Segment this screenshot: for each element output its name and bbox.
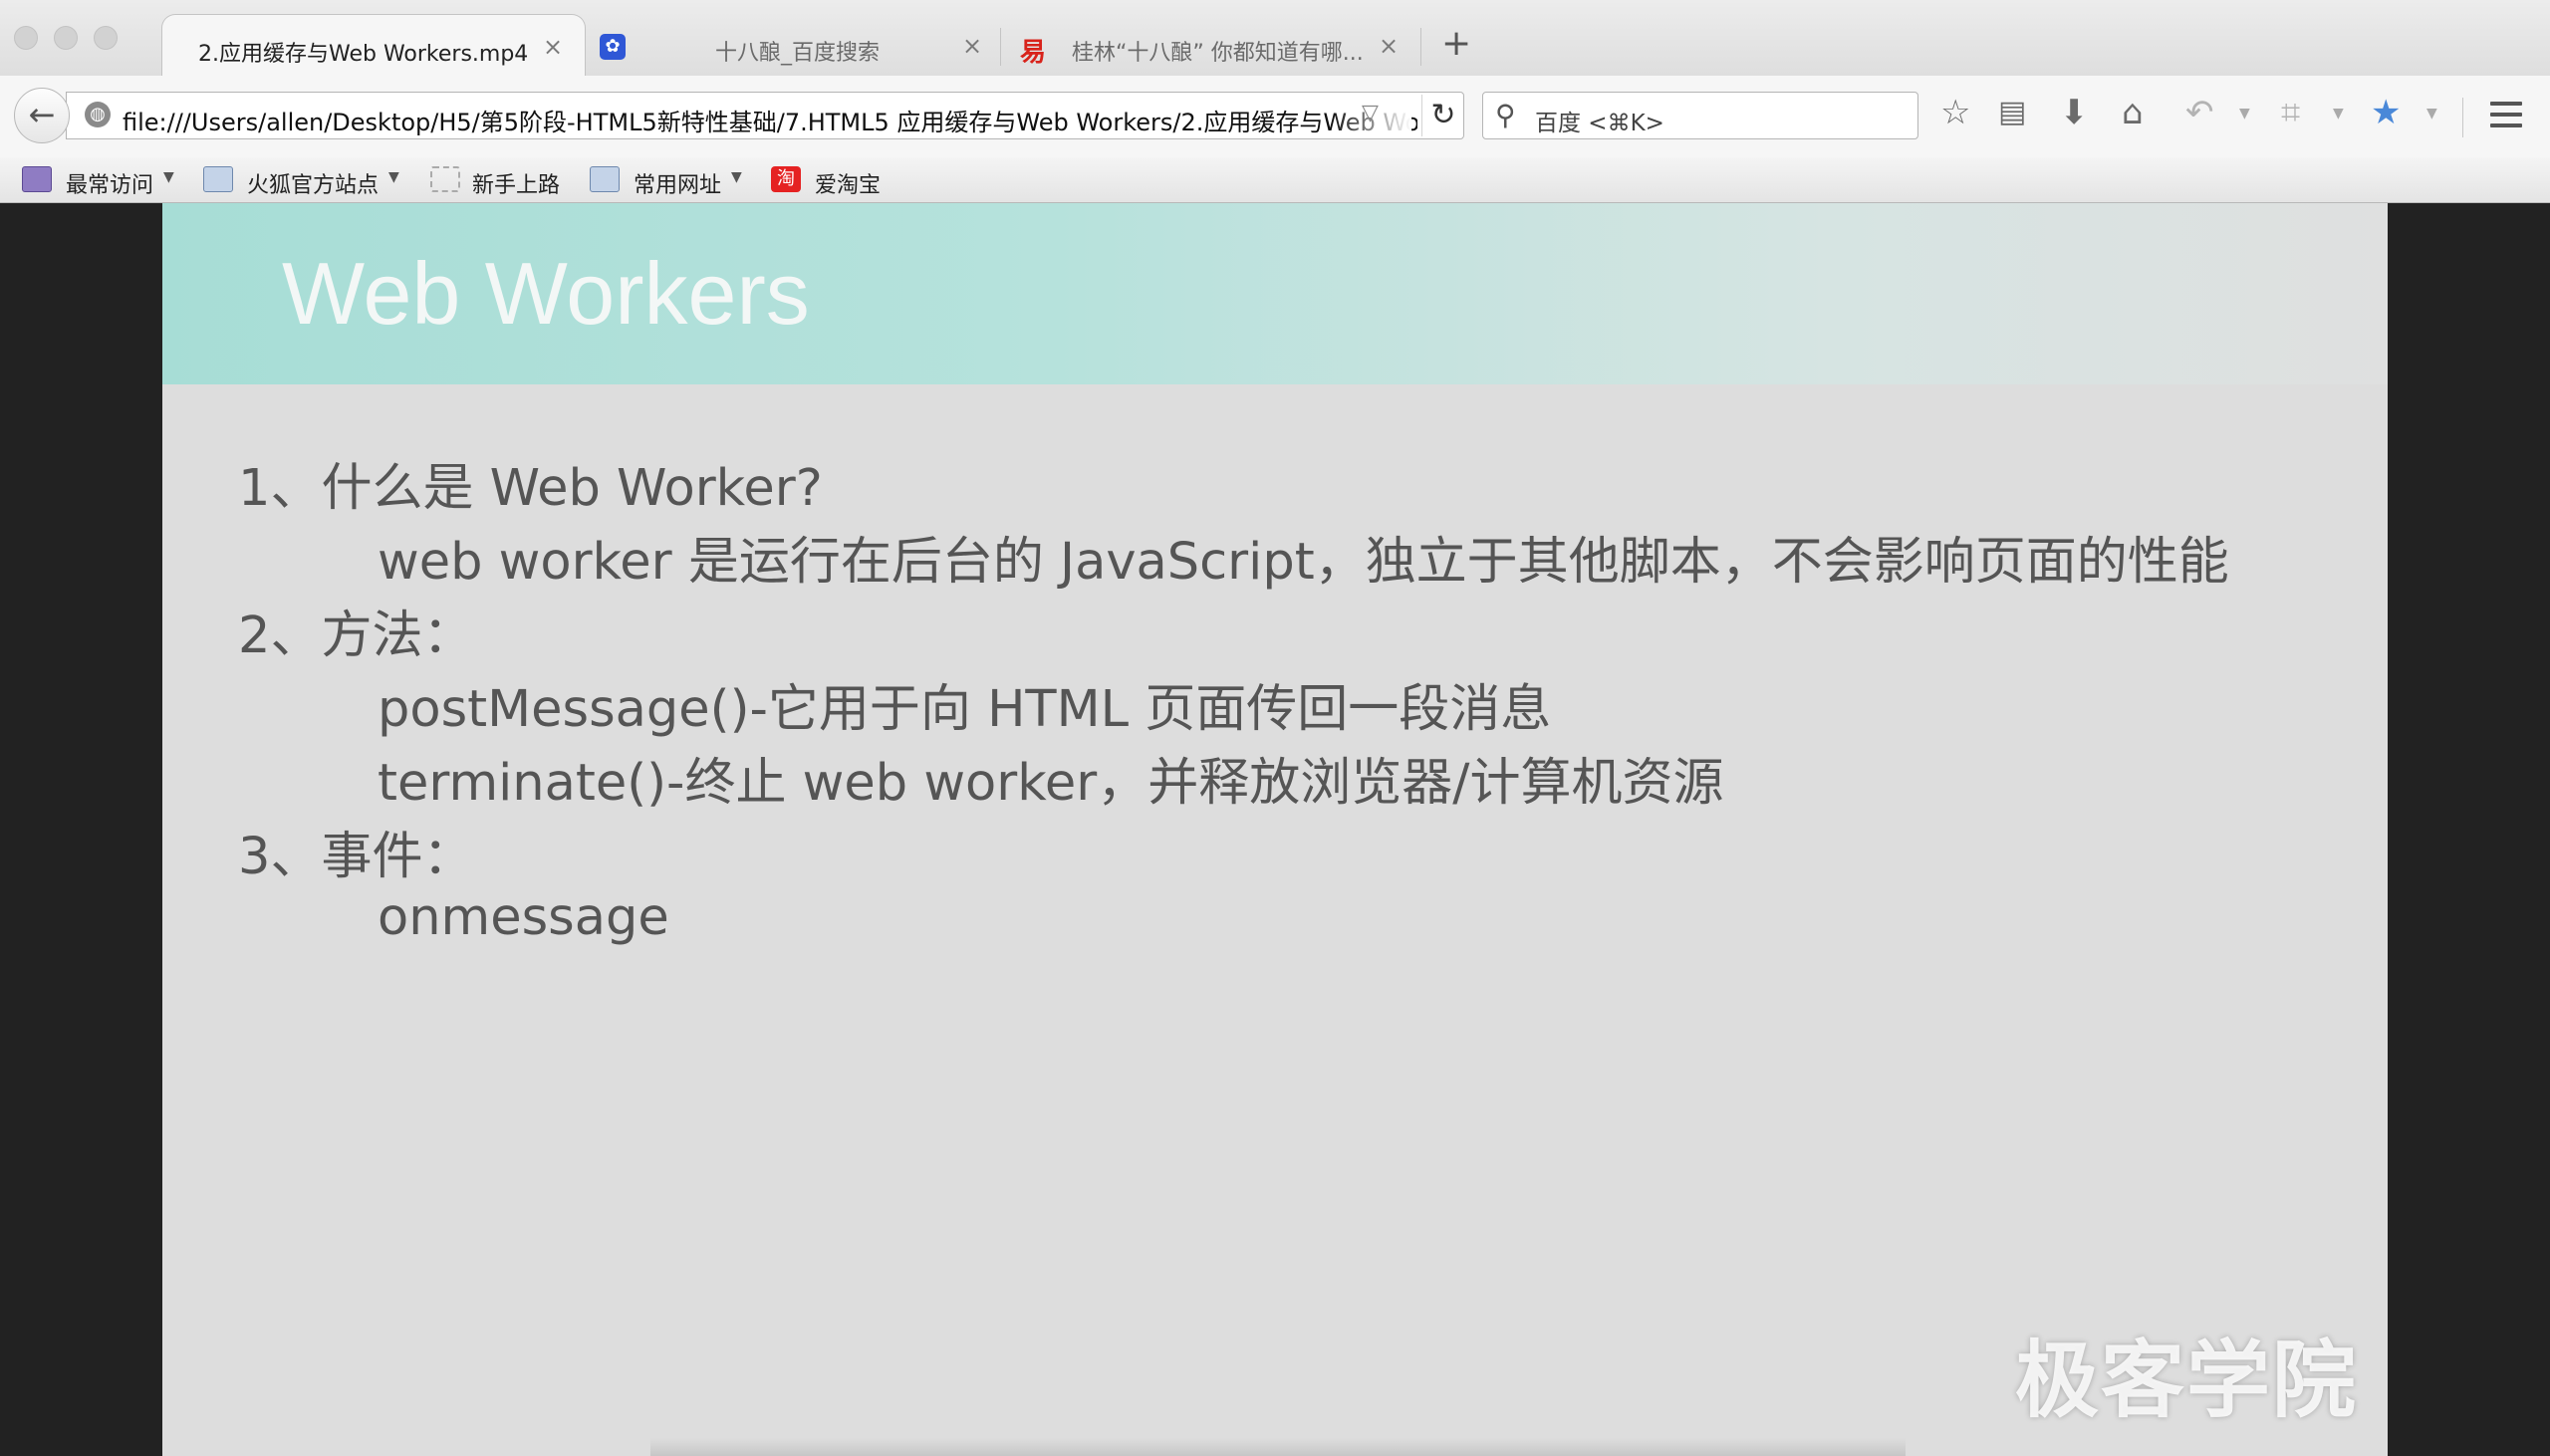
chevron-down-icon: ▼ <box>731 169 742 185</box>
tab-separator <box>1000 28 1001 66</box>
slide-bottom-shadow <box>650 1438 1906 1456</box>
slide-line-question: 1、什么是 Web Worker? <box>238 459 823 518</box>
back-arrow-icon: ← <box>28 96 56 133</box>
bookmark-firefox-sites[interactable]: 火狐官方站点 ▼ <box>203 165 412 198</box>
globe-icon[interactable]: ◍ <box>85 102 111 127</box>
slide-line-onmessage: onmessage <box>378 888 669 947</box>
video-frame-slide: Web Workers 1、什么是 Web Worker? web worker… <box>162 203 2388 1456</box>
history-dropdown-icon[interactable]: ▽ <box>1362 101 1379 125</box>
bookmark-label: 新手上路 <box>472 173 561 198</box>
tab-close-icon[interactable]: × <box>1379 32 1399 60</box>
url-text[interactable]: file:///Users/allen/Desktop/H5/第5阶段-HTML… <box>123 103 1417 137</box>
favorites-dropdown-icon[interactable]: ▼ <box>2426 106 2437 121</box>
tab-close-icon[interactable]: × <box>543 33 563 61</box>
slide-line-terminate: terminate()-终止 web worker，并释放浏览器/计算机资源 <box>378 754 1724 813</box>
slide-title: Web Workers <box>282 244 810 343</box>
search-placeholder: 百度 <⌘K> <box>1535 111 1664 136</box>
crop-icon[interactable]: ⌗ <box>2281 96 2300 129</box>
bookmark-label: 爱淘宝 <box>815 173 882 198</box>
slide-line-postmessage: postMessage()-它用于向 HTML 页面传回一段消息 <box>378 680 1552 739</box>
url-bar[interactable]: ◍ file:///Users/allen/Desktop/H5/第5阶段-HT… <box>66 92 1464 139</box>
crop-dropdown-icon[interactable]: ▼ <box>2333 106 2344 121</box>
undo-dropdown-icon[interactable]: ▼ <box>2239 106 2250 121</box>
taobao-icon: 淘 <box>771 166 801 192</box>
new-tab-button[interactable]: + <box>1441 26 1471 62</box>
navigation-bar: ◍ file:///Users/allen/Desktop/H5/第5阶段-HT… <box>0 76 2550 157</box>
home-icon[interactable]: ⌂ <box>2122 96 2144 129</box>
site-favicon-icon: 易 <box>1020 38 1047 68</box>
tab-close-icon[interactable]: × <box>962 32 982 60</box>
reading-list-icon[interactable]: ▤ <box>1998 98 2026 127</box>
undo-icon[interactable]: ↶ <box>2185 96 2214 129</box>
favorites-star-icon[interactable]: ★ <box>2371 96 2401 129</box>
bookmark-label: 火狐官方站点 <box>247 173 380 198</box>
bookmark-getting-started[interactable]: 新手上路 <box>430 165 590 198</box>
recent-icon <box>22 166 52 192</box>
tab-title: 桂林“十八酿” 你都知道有哪... <box>1072 41 1364 66</box>
bookmark-most-visited[interactable]: 最常访问 ▼ <box>22 165 181 198</box>
download-icon[interactable]: ⬇ <box>2060 96 2089 129</box>
slide-header: Web Workers <box>162 203 2388 384</box>
tab-separator <box>1420 28 1421 66</box>
tab-title: 2.应用缓存与Web Workers.mp4 <box>198 42 529 67</box>
bookmark-label: 最常访问 <box>66 173 154 198</box>
baidu-paw-icon: ✿ <box>600 34 626 60</box>
tab-baidu-search[interactable]: ✿ 十八酿_百度搜索 × <box>588 14 996 76</box>
toolbar-separator <box>2462 98 2463 137</box>
search-icon: ⚲ <box>1495 99 1516 131</box>
chevron-down-icon: ▼ <box>388 169 399 185</box>
back-button[interactable]: ← <box>14 88 70 143</box>
tab-guilin-article[interactable]: 易 桂林“十八酿” 你都知道有哪... × <box>1004 14 1422 76</box>
slide-line-definition: web worker 是运行在后台的 JavaScript，独立于其他脚本，不会… <box>378 533 2229 592</box>
hamburger-menu-icon[interactable] <box>2490 102 2522 134</box>
window-minimize-button[interactable] <box>54 26 78 50</box>
bookmarks-bar: 最常访问 ▼ 火狐官方站点 ▼ 新手上路 常用网址 ▼ 淘 爱淘宝 <box>0 157 2550 203</box>
bookmark-common-sites[interactable]: 常用网址 ▼ <box>590 165 759 198</box>
search-bar[interactable]: ⚲ 百度 <⌘K> <box>1482 92 1918 139</box>
bookmark-star-icon[interactable]: ☆ <box>1940 96 1970 129</box>
page-icon <box>430 166 460 192</box>
bookmark-taobao[interactable]: 淘 爱淘宝 <box>771 165 891 198</box>
window-zoom-button[interactable] <box>94 26 118 50</box>
bookmark-label: 常用网址 <box>634 173 722 198</box>
folder-icon <box>203 166 233 192</box>
slide-line-methods-heading: 2、方法： <box>238 607 474 665</box>
window-close-button[interactable] <box>14 26 38 50</box>
chevron-down-icon: ▼ <box>163 169 174 185</box>
tab-title: 十八酿_百度搜索 <box>715 41 881 66</box>
reload-button[interactable]: ↻ <box>1421 95 1464 136</box>
tab-strip: 2.应用缓存与Web Workers.mp4 × ✿ 十八酿_百度搜索 × 易 … <box>0 0 2550 76</box>
slide-line-events-heading: 3、事件： <box>238 828 474 886</box>
jikexueyuan-watermark-logo: 极客学院 <box>2015 1332 2359 1429</box>
tab-video[interactable]: 2.应用缓存与Web Workers.mp4 × <box>161 14 586 76</box>
folder-icon <box>590 166 620 192</box>
